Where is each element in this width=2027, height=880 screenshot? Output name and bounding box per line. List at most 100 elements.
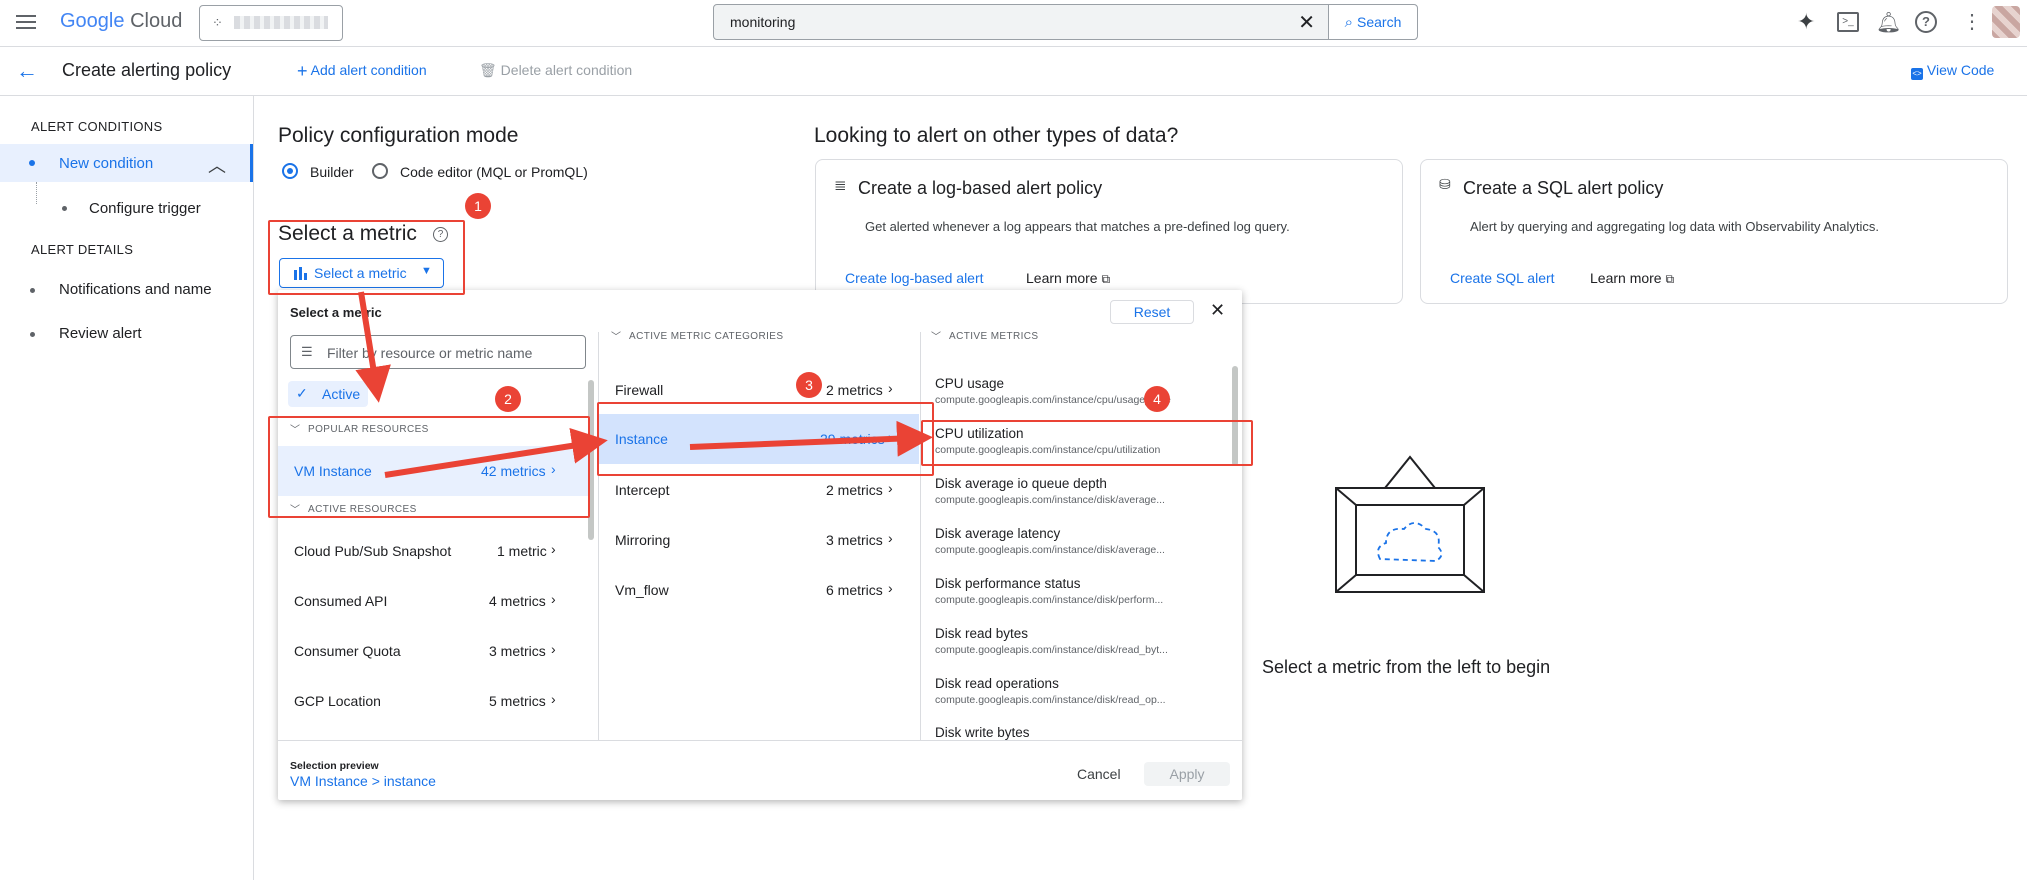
logo-google-text: Google [60,10,125,32]
logo-cloud-text: Cloud [130,10,183,32]
view-code-button[interactable]: <> View Code [1911,62,1994,80]
code-icon: <> [1911,68,1923,80]
reset-label: Reset [1133,304,1171,320]
categories-header[interactable]: ﹀ ACTIVE METRIC CATEGORIES [599,328,919,346]
sidebar: ALERT CONDITIONS New condition ︿ Configu… [0,96,254,880]
builder-radio[interactable]: Builder [282,162,362,182]
select-metric-button[interactable]: Select a metric ▼ [279,258,444,288]
chevron-up-icon[interactable]: ︿ [208,152,226,178]
category-row[interactable]: Mirroring 3 metrics › [599,522,919,562]
category-row[interactable]: Intercept 2 metrics › [599,472,919,512]
metric-row[interactable]: Disk average io queue depth compute.goog… [921,474,1221,514]
back-arrow-icon[interactable]: ← [16,58,38,84]
category-row[interactable]: Vm_flow 6 metrics › [599,572,919,612]
external-link-icon: ⧉ [1665,272,1675,286]
resources-scrollbar[interactable] [588,380,594,540]
view-code-label: View Code [1926,62,1995,78]
radio-selected-icon [282,163,298,179]
search-bar[interactable]: monitoring ✕ ⌕ Search [713,4,1418,40]
user-avatar[interactable] [1992,6,2020,38]
create-log-alert-link[interactable]: Create log-based alert [845,270,984,286]
reset-button[interactable]: Reset [1110,300,1194,324]
resource-name: VM Instance [294,463,372,479]
project-selector[interactable]: ⁘ [199,5,343,41]
metric-name: CPU usage [935,376,1005,391]
metric-path: compute.googleapis.com/instance/cpu/util… [935,444,1161,456]
sidebar-item-new-condition[interactable]: New condition ︿ [0,144,253,182]
metric-row[interactable]: CPU usage compute.googleapis.com/instanc… [921,374,1221,414]
resource-count: 3 metrics [489,643,546,659]
google-cloud-logo[interactable]: Google Cloud [60,10,182,33]
metric-row-cpu-utilization[interactable]: CPU utilization compute.googleapis.com/i… [921,424,1221,464]
metrics-scrollbar[interactable] [1232,366,1238,466]
step-badge: 2 [495,386,521,412]
category-count: 29 metrics [820,431,885,447]
log-learn-more-link[interactable]: Learn more ⧉ [1026,270,1110,287]
delete-alert-condition-button[interactable]: 🗑︎ Delete alert condition [479,62,632,79]
resource-row[interactable]: Consumed API 4 metrics › [278,582,588,622]
log-card-desc: Get alerted whenever a log appears that … [865,219,1290,234]
metric-row[interactable]: Disk average latency compute.googleapis.… [921,524,1221,564]
help-icon[interactable]: ? [1915,11,1937,33]
chevron-right-icon: › [551,691,556,707]
resource-row[interactable]: GCP Location 5 metrics › [278,682,588,722]
external-link-icon: ⧉ [1101,272,1111,286]
trash-icon: 🗑︎ [479,62,497,78]
metric-name: Disk average latency [935,526,1061,541]
cloud-shell-icon[interactable]: >_ [1837,12,1859,32]
sidebar-item-notifications[interactable]: Notifications and name [59,281,212,298]
active-resources-header[interactable]: ﹀ ACTIVE RESOURCES [278,503,588,519]
popular-resources-header[interactable]: ﹀ POPULAR RESOURCES [278,423,588,439]
chevron-right-icon: › [551,641,556,657]
filter-icon: ☰ [301,344,313,359]
add-alert-condition-button[interactable]: + Add alert condition [297,61,427,82]
other-types-title: Looking to alert on other types of data? [814,124,1179,147]
metric-row[interactable]: Disk read bytes compute.googleapis.com/i… [921,624,1221,664]
apply-button[interactable]: Apply [1144,762,1230,786]
hamburger-menu-icon[interactable] [16,13,36,31]
gemini-sparkle-icon[interactable]: ✦ [1797,9,1815,35]
search-input[interactable]: monitoring [730,14,795,30]
metric-name: Disk read bytes [935,626,1029,641]
chevron-right-icon: › [888,480,893,496]
cancel-button[interactable]: Cancel [1077,766,1121,782]
chevron-right-icon: › [551,461,556,477]
help-circle-icon[interactable]: ? [433,227,448,242]
metric-row[interactable]: Disk write bytes [921,724,1221,740]
category-row-instance[interactable]: Instance 29 metrics › [599,414,919,464]
close-icon[interactable]: ✕ [1210,300,1225,321]
metric-row[interactable]: Disk read operations compute.googleapis.… [921,674,1221,714]
project-name-redacted [234,16,328,29]
resource-row[interactable]: Cloud Pub/Sub Snapshot 1 metric › [278,532,588,572]
search-button[interactable]: ⌕ Search [1328,5,1417,39]
category-name: Vm_flow [615,582,669,598]
chevron-right-icon: › [888,530,893,546]
resource-count: 1 metric [497,543,547,559]
chevron-right-icon: › [551,591,556,607]
notifications-bell-icon[interactable]: 🔔︎ [1876,10,1901,35]
log-card-title: Create a log-based alert policy [858,178,1103,198]
sidebar-item-review[interactable]: Review alert [59,325,142,342]
metric-path: compute.googleapis.com/instance/disk/rea… [935,644,1168,656]
clear-search-icon[interactable]: ✕ [1298,10,1315,35]
resource-row[interactable]: Consumer Quota 3 metrics › [278,632,588,672]
metric-row[interactable]: Disk performance status compute.googleap… [921,574,1221,614]
sidebar-item-configure-trigger[interactable]: Configure trigger [89,200,201,217]
more-options-icon[interactable]: ⋮ [1962,9,1982,34]
active-indicator [250,144,253,182]
category-row[interactable]: Firewall 2 metrics › [599,372,919,412]
caret-down-icon: ▼ [421,265,432,277]
chevron-down-icon: ﹀ [290,505,300,516]
categories-label: ACTIVE METRIC CATEGORIES [629,331,784,342]
create-sql-alert-link[interactable]: Create SQL alert [1450,270,1555,286]
sql-learn-more-link[interactable]: Learn more ⧉ [1590,270,1674,287]
code-editor-radio[interactable]: Code editor (MQL or PromQL) [372,162,592,182]
chevron-down-icon: ﹀ [931,332,941,343]
category-name: Firewall [615,382,664,398]
resource-row-vm-instance[interactable]: VM Instance 42 metrics › [278,446,588,496]
metrics-header[interactable]: ﹀ ACTIVE METRICS [921,328,1241,346]
active-filter-chip[interactable]: ✓ Active [288,381,368,407]
top-bar: Google Cloud ⁘ monitoring ✕ ⌕ Search ✦ >… [0,0,2027,47]
filter-input[interactable]: ☰ Filter by resource or metric name [290,335,586,369]
select-metric-button-label: Select a metric [314,265,407,281]
